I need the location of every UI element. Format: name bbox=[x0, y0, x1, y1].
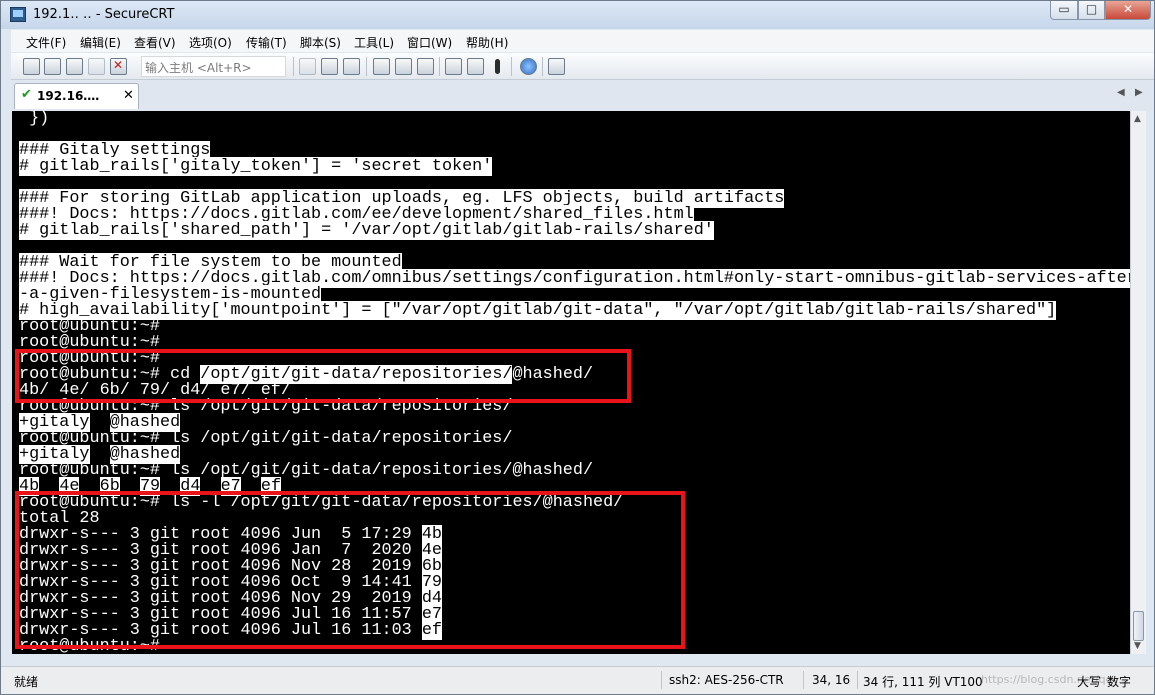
terminal-line: # gitlab_rails['gitaly_token'] = 'secret… bbox=[19, 157, 493, 176]
menu-bar: 文件(F) 编辑(E) 查看(V) 选项(O) 传输(T) 脚本(S) 工具(L… bbox=[11, 30, 1154, 52]
print-setup-icon[interactable] bbox=[417, 58, 434, 75]
close-tab-icon[interactable]: ✕ bbox=[123, 88, 134, 103]
menu-edit[interactable]: 编辑(E) bbox=[80, 34, 121, 51]
maximize-button[interactable]: □ bbox=[1078, 1, 1105, 20]
reconnect-icon[interactable] bbox=[88, 58, 105, 75]
terminal-text: }) bbox=[19, 111, 50, 128]
key-icon[interactable] bbox=[489, 58, 506, 75]
toolbar-separator bbox=[293, 57, 294, 76]
copy-icon[interactable] bbox=[299, 58, 316, 75]
status-rows-cols: 34 行, 111 列 VT100 bbox=[863, 675, 983, 689]
scroll-down-icon[interactable]: ▼ bbox=[1134, 641, 1141, 651]
scroll-up-icon[interactable]: ▲ bbox=[1134, 114, 1141, 124]
menu-window[interactable]: 窗口(W) bbox=[407, 34, 452, 51]
menu-help[interactable]: 帮助(H) bbox=[466, 34, 508, 51]
session-options-icon[interactable] bbox=[445, 58, 462, 75]
terminal-highlighted-text: # high_availability['mountpoint'] = ["/v… bbox=[19, 301, 1057, 320]
terminal-screen[interactable]: }) ### Gitaly settings # gitlab_rails['git… bbox=[12, 111, 1130, 654]
disconnect-icon[interactable] bbox=[110, 58, 127, 75]
status-caps: 大写 bbox=[1077, 675, 1102, 689]
toolbar-separator bbox=[439, 57, 440, 76]
paste-icon[interactable] bbox=[321, 58, 338, 75]
window-title: 192.1‥ ‥ - SecureCRT bbox=[33, 7, 175, 22]
status-divider bbox=[661, 671, 662, 689]
toolbar-separator bbox=[542, 57, 543, 76]
find-icon[interactable] bbox=[343, 58, 360, 75]
tab-scroll-left-icon[interactable]: ◀ bbox=[1117, 87, 1125, 98]
quick-connect-icon[interactable] bbox=[44, 58, 61, 75]
minimize-button[interactable]: ▭ bbox=[1050, 1, 1078, 20]
status-divider bbox=[803, 671, 804, 689]
status-cursor-position: 34, 16 bbox=[812, 673, 851, 687]
terminal-line: }) bbox=[19, 111, 49, 127]
host-input[interactable]: 输入主机 <Alt+R> bbox=[141, 56, 286, 77]
terminal-line: # high_availability['mountpoint'] = ["/v… bbox=[19, 301, 1057, 320]
global-options-icon[interactable] bbox=[467, 58, 484, 75]
securecrt-app-icon[interactable] bbox=[10, 7, 26, 22]
status-ready: 就绪 bbox=[14, 675, 39, 689]
terminal-scrollbar[interactable]: ▲ ▼ bbox=[1130, 111, 1146, 654]
status-bar: 就绪 ssh2: AES-256-CTR 34, 16 34 行, 111 列 … bbox=[1, 666, 1154, 694]
menu-options[interactable]: 选项(O) bbox=[189, 34, 232, 51]
toolbar-separator bbox=[511, 57, 512, 76]
tab-scroll-right-icon[interactable]: ▶ bbox=[1135, 87, 1143, 98]
toolbar-separator bbox=[366, 57, 367, 76]
status-divider bbox=[857, 671, 858, 689]
scrollbar-thumb[interactable] bbox=[1133, 611, 1144, 641]
highlight-annotation-box bbox=[15, 491, 685, 649]
connect-icon[interactable] bbox=[23, 58, 40, 75]
highlight-annotation-box bbox=[15, 349, 631, 403]
connected-check-icon: ✔ bbox=[21, 87, 32, 102]
menu-tools[interactable]: 工具(L) bbox=[354, 34, 394, 51]
terminal-line: # gitlab_rails['shared_path'] = '/var/op… bbox=[19, 221, 714, 240]
print-icon[interactable] bbox=[373, 58, 390, 75]
status-cipher: ssh2: AES-256-CTR bbox=[669, 673, 784, 687]
securecrt-window: 192.1‥ ‥ - SecureCRT ▭ □ ✕ 文件(F) 编辑(E) 查… bbox=[0, 0, 1155, 695]
menu-script[interactable]: 脚本(S) bbox=[300, 34, 341, 51]
status-num: 数字 bbox=[1107, 675, 1132, 689]
terminal-highlighted-text: # gitlab_rails['gitaly_token'] = 'secret… bbox=[19, 157, 493, 176]
session-tab[interactable]: ✔ 192.16‥‥ ✕ bbox=[14, 83, 139, 109]
terminal-highlighted-text: # gitlab_rails['shared_path'] = '/var/op… bbox=[19, 221, 714, 240]
title-bar[interactable]: 192.1‥ ‥ - SecureCRT ▭ □ ✕ bbox=[1, 1, 1154, 29]
menu-view[interactable]: 查看(V) bbox=[134, 34, 176, 51]
session-tab-label: 192.16‥‥ bbox=[37, 89, 100, 103]
sftp-icon[interactable] bbox=[548, 58, 565, 75]
menu-file[interactable]: 文件(F) bbox=[26, 34, 66, 51]
session-tab-bar: ✔ 192.16‥‥ ✕ ◀ ▶ bbox=[11, 81, 1154, 110]
connect-in-tab-icon[interactable] bbox=[66, 58, 83, 75]
toolbar: 输入主机 <Alt+R> bbox=[11, 53, 1154, 80]
close-button[interactable]: ✕ bbox=[1105, 1, 1151, 20]
menu-transfer[interactable]: 传输(T) bbox=[246, 34, 287, 51]
print-selection-icon[interactable] bbox=[395, 58, 412, 75]
help-icon[interactable] bbox=[520, 58, 537, 75]
